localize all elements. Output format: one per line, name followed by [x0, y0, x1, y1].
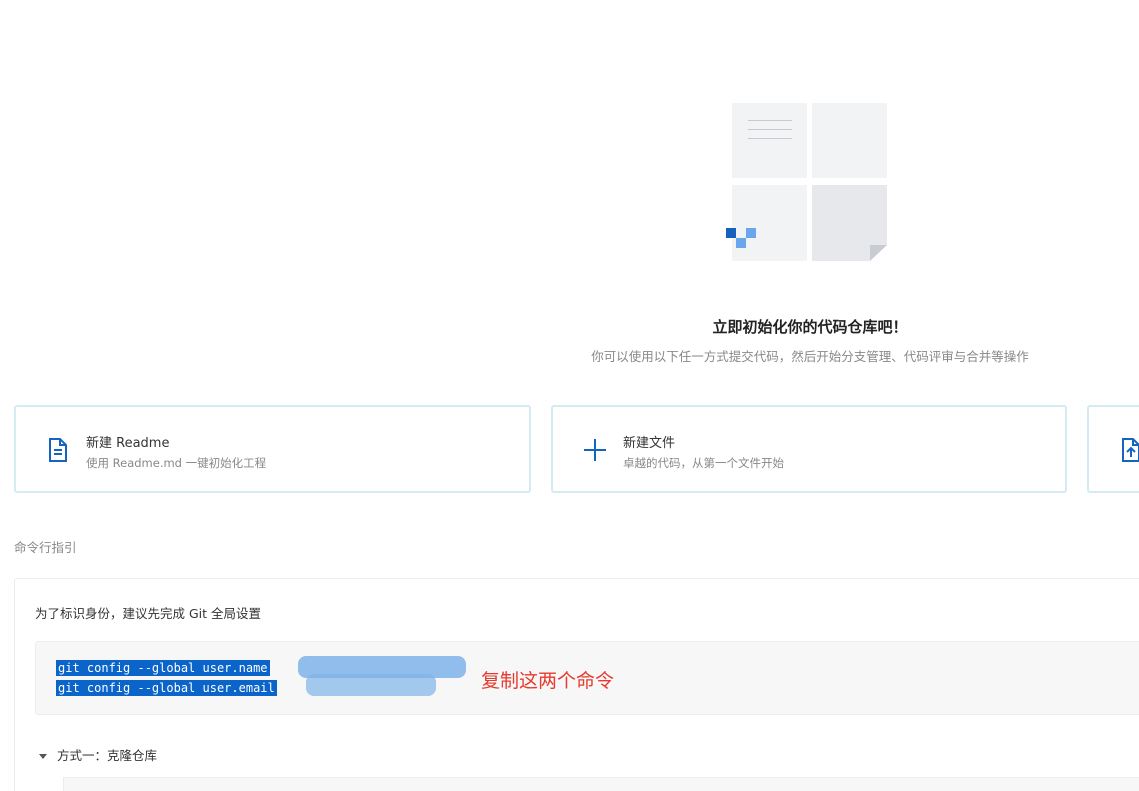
repo-init-page: 立即初始化你的代码仓库吧！ 你可以使用以下任一方式提交代码，然后开始分支管理、代…: [0, 0, 1139, 791]
card-description: 使用 Readme.md 一键初始化工程: [86, 456, 267, 470]
illustration-line: [748, 120, 792, 121]
hero-title: 立即初始化你的代码仓库吧！: [712, 318, 908, 336]
pixel-square: [726, 228, 736, 238]
card-description: 卓越的代码，从第一个文件开始: [623, 456, 784, 470]
plus-icon: [583, 437, 607, 463]
card-title: 新建 Readme: [86, 436, 170, 451]
method-label: 方式一：克隆仓库: [57, 748, 158, 763]
caret-down-icon: [39, 754, 47, 759]
git-setup-title: 为了标识身份，建议先完成 Git 全局设置: [35, 606, 262, 621]
illustration-tile: [812, 103, 887, 178]
page-fold-shadow: [870, 245, 887, 261]
new-readme-card[interactable]: 新建 Readme 使用 Readme.md 一键初始化工程: [14, 405, 531, 493]
clone-method-toggle[interactable]: 方式一：克隆仓库: [39, 745, 157, 764]
git-config-code-block[interactable]: git config --global user.name git config…: [35, 641, 1139, 715]
new-file-card[interactable]: 新建文件 卓越的代码，从第一个文件开始: [551, 405, 1067, 493]
upload-file-card[interactable]: [1087, 405, 1139, 493]
illustration-tile: [732, 103, 807, 178]
illustration-line: [748, 138, 792, 139]
empty-repo-illustration: [724, 103, 889, 263]
illustration-line: [748, 129, 792, 130]
pixel-square: [736, 238, 746, 248]
pixel-square: [746, 228, 756, 238]
upload-file-icon: [1119, 437, 1139, 463]
cli-guide-label: 命令行指引: [14, 540, 77, 555]
document-icon: [46, 437, 70, 463]
cli-guide-panel: 为了标识身份，建议先完成 Git 全局设置 git config --globa…: [14, 578, 1139, 791]
redaction-blur: [306, 674, 436, 696]
copy-annotation: 复制这两个命令: [481, 670, 615, 692]
card-title: 新建文件: [623, 436, 676, 451]
code-line-user-email[interactable]: git config --global user.email: [56, 680, 277, 696]
clone-code-block[interactable]: [63, 777, 1139, 791]
hero-subtitle: 你可以使用以下任一方式提交代码，然后开始分支管理、代码评审与合并等操作: [591, 349, 1029, 364]
code-line-user-name[interactable]: git config --global user.name: [56, 660, 270, 676]
illustration-tile: [732, 185, 807, 261]
